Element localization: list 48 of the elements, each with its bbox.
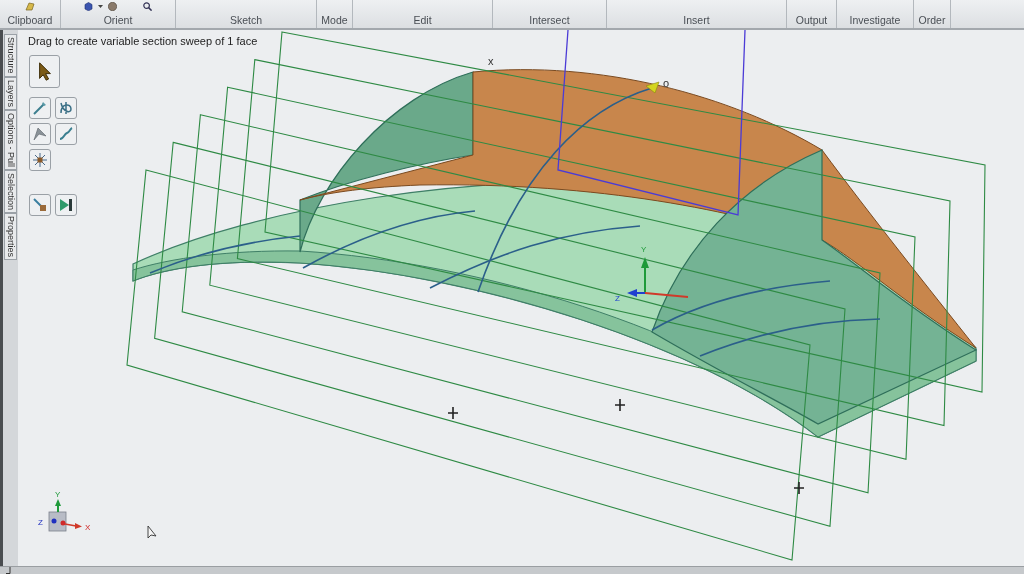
ribbon-group-label: Clipboard (7, 14, 53, 26)
ribbon-group-label: Edit (413, 14, 432, 26)
ribbon-group-label: Order (918, 14, 946, 26)
axis-triad-icon (627, 257, 689, 298)
wedge-icon (33, 127, 47, 141)
ribbon-group-label: Orient (103, 14, 133, 26)
ribbon-group-label: Sketch (229, 14, 263, 26)
axis-label: X (85, 523, 91, 532)
brush-icon (33, 198, 47, 212)
ribbon-group-label: Mode (321, 14, 348, 26)
axis-label: Z (615, 294, 620, 303)
curve-icon (59, 127, 73, 141)
caret-icon (98, 4, 103, 8)
pointer-icon (38, 62, 51, 81)
paste-icon (25, 1, 35, 11)
ribbon-group-label: Insert (683, 14, 710, 26)
tool-button[interactable] (55, 194, 77, 216)
pen-icon (33, 101, 47, 115)
ribbon-group-label: Investigate (849, 14, 901, 26)
axis-label: Y (55, 490, 61, 499)
sphere-icon (108, 1, 117, 11)
cube-icon (84, 1, 93, 11)
prompt-text: Drag to create variable section sweep of 1 face (28, 35, 258, 48)
axis-label: Z (38, 518, 43, 527)
axis-label: Y (641, 245, 647, 254)
bracket-icon (6, 567, 11, 574)
side-tab[interactable]: Selection (4, 169, 17, 213)
cross-marker-icon (614, 398, 626, 412)
tool-button[interactable] (29, 55, 60, 88)
ribbon-group-label: Output (795, 14, 828, 26)
burst-icon (33, 153, 47, 167)
magnifier-icon (143, 1, 152, 11)
knot-icon (59, 101, 73, 115)
ribbon-group-label: Intersect (529, 14, 570, 26)
vertex-label: x (488, 55, 494, 67)
axis-triad-icon (48, 499, 82, 532)
cross-marker-icon (447, 406, 459, 420)
side-tab[interactable]: Properties (4, 212, 17, 260)
cross-marker-icon (793, 481, 805, 495)
side-tab[interactable]: Layers (4, 76, 17, 110)
vertex-marker-icon (645, 81, 660, 94)
side-tab[interactable]: Options - Pull (4, 109, 17, 170)
play-bar-icon (59, 198, 73, 212)
tool-button[interactable] (29, 149, 51, 171)
side-tab[interactable]: Structure (4, 34, 17, 77)
mouse-pointer-icon (147, 525, 157, 539)
vertex-label: o (663, 77, 670, 89)
tool-button[interactable] (55, 97, 77, 119)
